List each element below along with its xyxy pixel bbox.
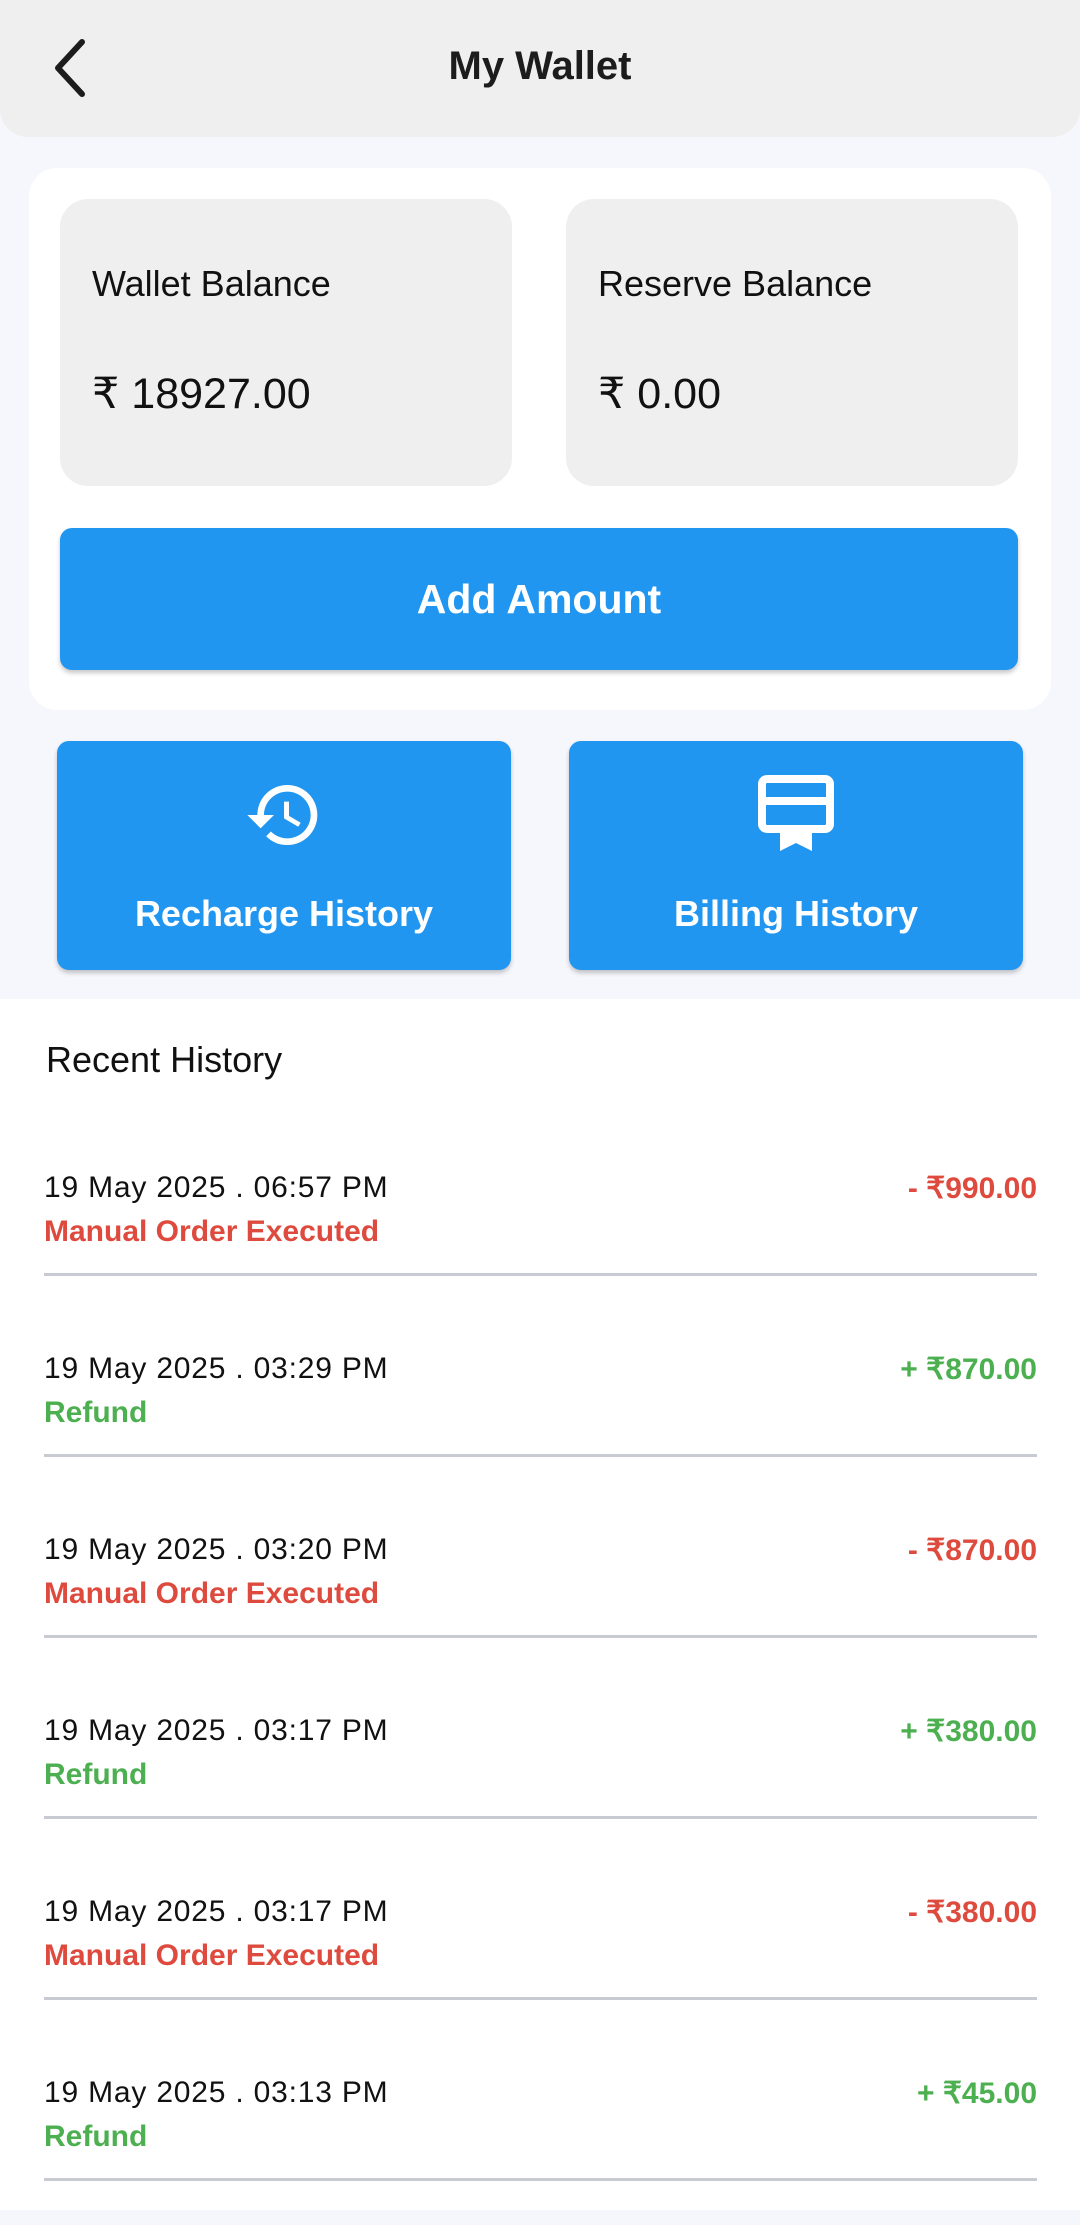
recharge-history-button[interactable]: Recharge History [57,741,511,970]
transaction-amount: + ₹45.00 [916,2077,1037,2110]
reserve-balance-label: Reserve Balance [598,263,873,304]
recent-history-section: Recent History 19 May 2025 . 06:57 PM Ma… [0,999,1080,2210]
divider [44,2178,1037,2181]
transaction-description: Refund [44,1758,148,1791]
app-bar: My Wallet [0,0,1080,137]
transaction-list: 19 May 2025 . 06:57 PM Manual Order Exec… [44,1130,1037,2216]
transaction-date: 19 May 2025 . 03:29 PM [44,1352,389,1385]
reserve-balance-card: Reserve Balance ₹ 0.00 [566,199,1018,486]
divider [44,1273,1037,1276]
transaction-description: Refund [44,1396,148,1429]
transaction-amount: - ₹990.00 [907,1172,1037,1205]
add-amount-button[interactable]: Add Amount [60,528,1018,670]
balance-panel: Wallet Balance ₹ 18927.00 Reserve Balanc… [29,168,1051,710]
divider [44,1816,1037,1819]
recent-history-title: Recent History [46,1039,283,1080]
transaction-amount: + ₹380.00 [900,1715,1037,1748]
transaction-row[interactable]: 19 May 2025 . 06:57 PM Manual Order Exec… [44,1130,1037,1311]
transaction-description: Manual Order Executed [44,1939,380,1972]
divider [44,1454,1037,1457]
transaction-row[interactable]: 19 May 2025 . 03:17 PM Manual Order Exec… [44,1854,1037,2035]
transaction-row[interactable]: 19 May 2025 . 03:17 PM Refund + ₹380.00 [44,1673,1037,1854]
transaction-date: 19 May 2025 . 03:13 PM [44,2076,389,2109]
transaction-amount: - ₹380.00 [907,1896,1037,1929]
history-icon [247,785,318,845]
wallet-balance-label: Wallet Balance [92,263,331,304]
billing-history-button[interactable]: Billing History [569,741,1023,970]
transaction-amount: - ₹870.00 [907,1534,1037,1567]
transaction-description: Manual Order Executed [44,1215,380,1248]
receipt-icon [758,775,834,851]
divider [44,1997,1037,2000]
wallet-balance-card: Wallet Balance ₹ 18927.00 [60,199,512,486]
transaction-date: 19 May 2025 . 03:17 PM [44,1714,389,1747]
transaction-date: 19 May 2025 . 03:20 PM [44,1533,389,1566]
transaction-description: Refund [44,2120,148,2153]
divider [44,1635,1037,1638]
transaction-date: 19 May 2025 . 06:57 PM [44,1171,389,1204]
billing-history-label: Billing History [673,893,919,934]
wallet-balance-value: ₹ 18927.00 [92,370,311,418]
transaction-row[interactable]: 19 May 2025 . 03:20 PM Manual Order Exec… [44,1492,1037,1673]
transaction-amount: + ₹870.00 [900,1353,1037,1386]
page-title: My Wallet [448,44,632,88]
reserve-balance-value: ₹ 0.00 [598,370,721,418]
transaction-date: 19 May 2025 . 03:17 PM [44,1895,389,1928]
transaction-description: Manual Order Executed [44,1577,380,1610]
transaction-row[interactable]: 19 May 2025 . 03:13 PM Refund + ₹45.00 [44,2035,1037,2216]
recharge-history-label: Recharge History [134,893,434,934]
transaction-row[interactable]: 19 May 2025 . 03:29 PM Refund + ₹870.00 [44,1311,1037,1492]
